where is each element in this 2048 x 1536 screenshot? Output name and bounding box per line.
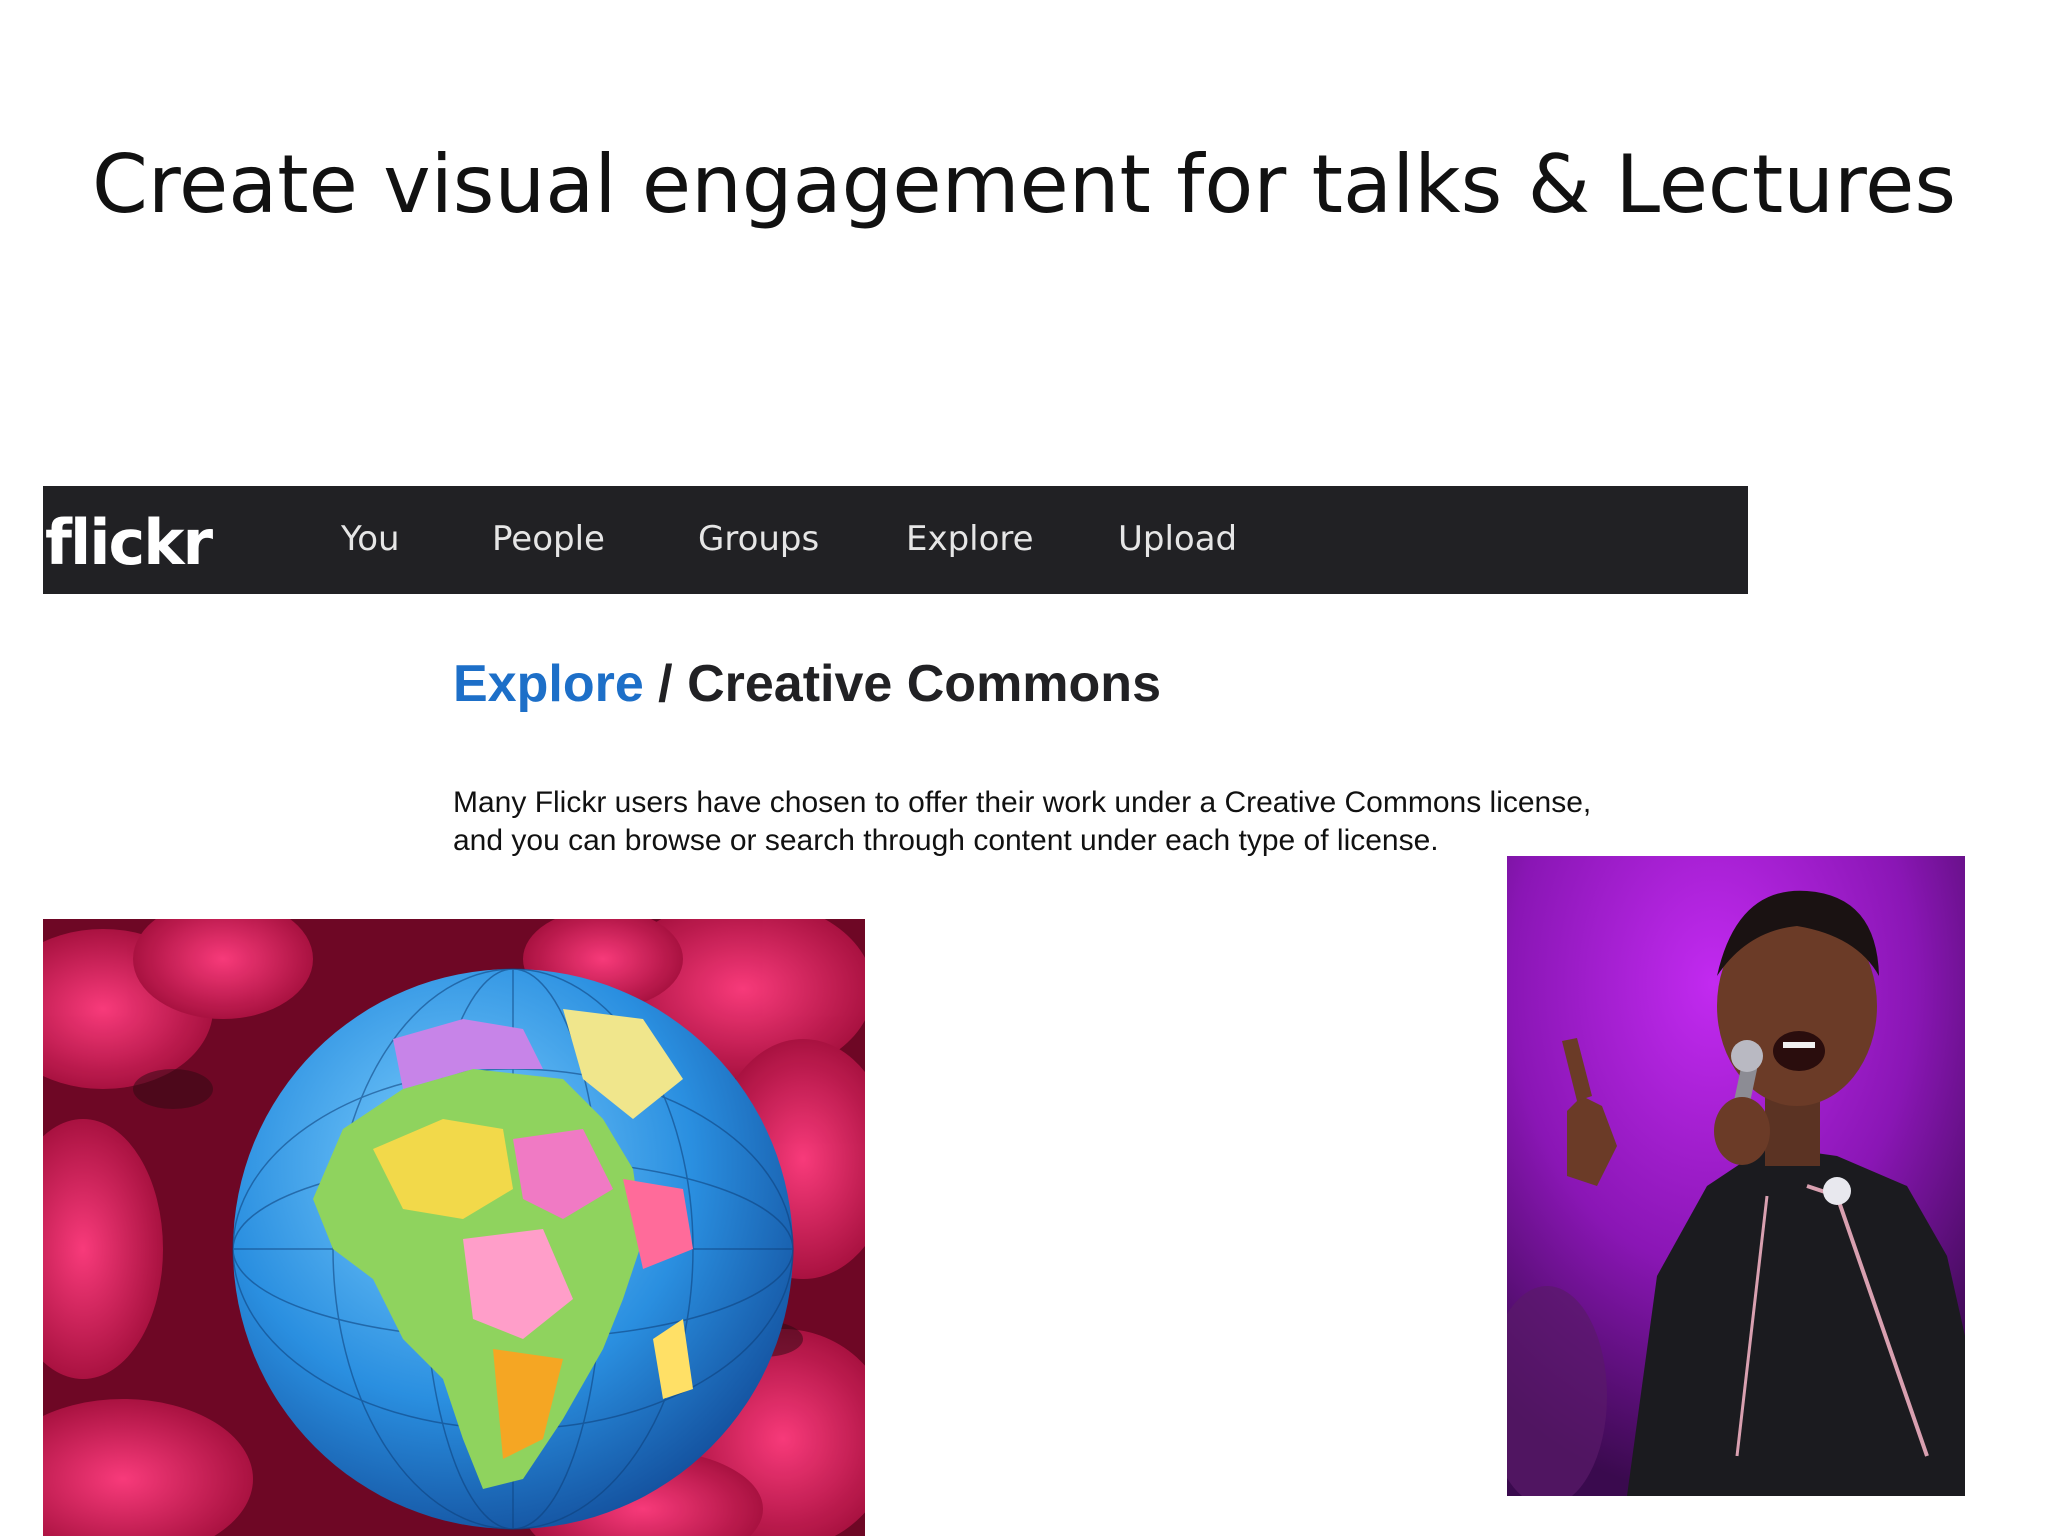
description-line-1: Many Flickr users have chosen to offer t… <box>453 786 1592 819</box>
nav-groups[interactable]: Groups <box>698 519 819 559</box>
description-line-2: and you can browse or search through con… <box>453 824 1439 857</box>
nav-people[interactable]: People <box>492 519 605 559</box>
page-description: Many Flickr users have chosen to offer t… <box>453 784 1683 860</box>
page-heading: Explore / Creative Commons <box>453 654 1161 714</box>
nav-explore[interactable]: Explore <box>906 519 1034 559</box>
singer-photo <box>1507 856 1965 1496</box>
breadcrumb-separator: / <box>643 655 688 713</box>
slide-title: Create visual engagement for talks & Lec… <box>91 138 1957 231</box>
nav-upload[interactable]: Upload <box>1118 519 1237 559</box>
flickr-logo[interactable]: flickr <box>45 506 213 579</box>
flickr-navbar: flickr You People Groups Explore Upload <box>43 486 1748 594</box>
page-title: Creative Commons <box>687 655 1161 713</box>
nav-you[interactable]: You <box>341 519 400 559</box>
globe-flowers-photo <box>43 919 865 1536</box>
breadcrumb-explore-link[interactable]: Explore <box>453 655 644 713</box>
